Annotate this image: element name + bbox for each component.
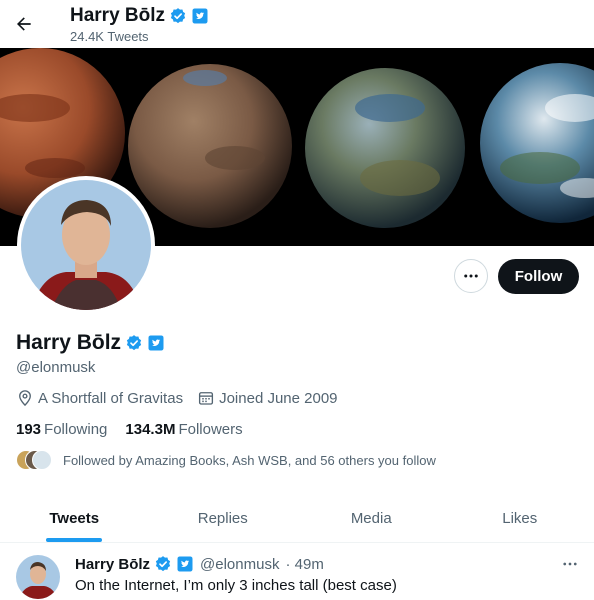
follower-avatars bbox=[16, 450, 52, 470]
active-tab-indicator bbox=[46, 538, 103, 542]
tab-label: Tweets bbox=[49, 509, 100, 527]
tweet-avatar-image bbox=[16, 555, 60, 599]
mini-avatar bbox=[32, 450, 52, 470]
header-title: Harry Bōlz bbox=[70, 5, 209, 27]
back-arrow-icon bbox=[17, 17, 31, 31]
more-options-button[interactable] bbox=[454, 259, 488, 293]
profile-tabs: Tweets Replies Media Likes bbox=[0, 494, 594, 543]
twitter-blue-icon bbox=[192, 8, 208, 24]
tab-likes[interactable]: Likes bbox=[446, 494, 594, 542]
profile-handle: @elonmusk bbox=[16, 359, 96, 376]
tab-media[interactable]: Media bbox=[297, 494, 446, 542]
verified-badge-icon[interactable] bbox=[125, 334, 143, 352]
tab-tweets[interactable]: Tweets bbox=[0, 494, 149, 542]
tweet-author-name[interactable]: Harry Bōlz bbox=[75, 556, 150, 573]
profile-name: Harry Bōlz bbox=[16, 331, 122, 354]
header-tweet-count: 24.4K Tweets bbox=[70, 29, 149, 44]
verified-badge-icon bbox=[155, 556, 171, 572]
profile-name-row: Harry Bōlz bbox=[16, 331, 165, 355]
tweet-time[interactable]: · 49m bbox=[285, 556, 323, 573]
profile-avatar[interactable] bbox=[17, 176, 155, 314]
tab-label: Replies bbox=[197, 509, 248, 527]
location-text: A Shortfall of Gravitas bbox=[38, 389, 184, 407]
location-item: A Shortfall of Gravitas bbox=[16, 389, 183, 407]
tweet-more-button[interactable] bbox=[558, 553, 582, 575]
verified-badge-icon bbox=[170, 8, 186, 24]
location-icon bbox=[19, 390, 31, 407]
header-name: Harry Bōlz bbox=[70, 5, 166, 26]
tab-label: Likes bbox=[502, 509, 538, 527]
joined-text: Joined June 2009 bbox=[219, 389, 338, 407]
tweet-author-handle[interactable]: @elonmusk bbox=[200, 556, 279, 573]
twitter-blue-icon[interactable] bbox=[147, 334, 165, 352]
followed-by-row[interactable]: Followed by Amazing Books, Ash WSB, and … bbox=[16, 450, 436, 470]
followers-label: Followers bbox=[178, 421, 243, 438]
following-label: Following bbox=[44, 421, 108, 438]
followers-link[interactable]: 134.3M Followers bbox=[125, 421, 242, 438]
joined-item: Joined June 2009 bbox=[197, 389, 338, 407]
followers-count: 134.3M bbox=[125, 421, 176, 438]
twitter-blue-icon bbox=[177, 556, 193, 572]
more-icon bbox=[563, 562, 577, 566]
follow-stats: 193 Following 134.3M Followers bbox=[16, 421, 243, 438]
tweet-text: On the Internet, I’m only 3 inches tall … bbox=[75, 577, 397, 594]
followed-by-text: Followed by Amazing Books, Ash WSB, and … bbox=[63, 452, 436, 468]
tab-replies[interactable]: Replies bbox=[149, 494, 298, 542]
tweet-header: Harry Bōlz @elonmusk · 49m bbox=[75, 555, 324, 573]
tab-label: Media bbox=[350, 509, 392, 527]
follow-button[interactable]: Follow bbox=[498, 259, 579, 294]
avatar-image bbox=[21, 180, 151, 310]
calendar-icon bbox=[199, 392, 214, 405]
following-link[interactable]: 193 Following bbox=[16, 421, 107, 438]
following-count: 193 bbox=[16, 421, 42, 438]
back-button[interactable] bbox=[6, 6, 42, 42]
tweet-avatar[interactable] bbox=[16, 555, 60, 599]
profile-meta: A Shortfall of Gravitas Joined June 2009 bbox=[16, 389, 352, 407]
more-icon bbox=[464, 274, 478, 278]
